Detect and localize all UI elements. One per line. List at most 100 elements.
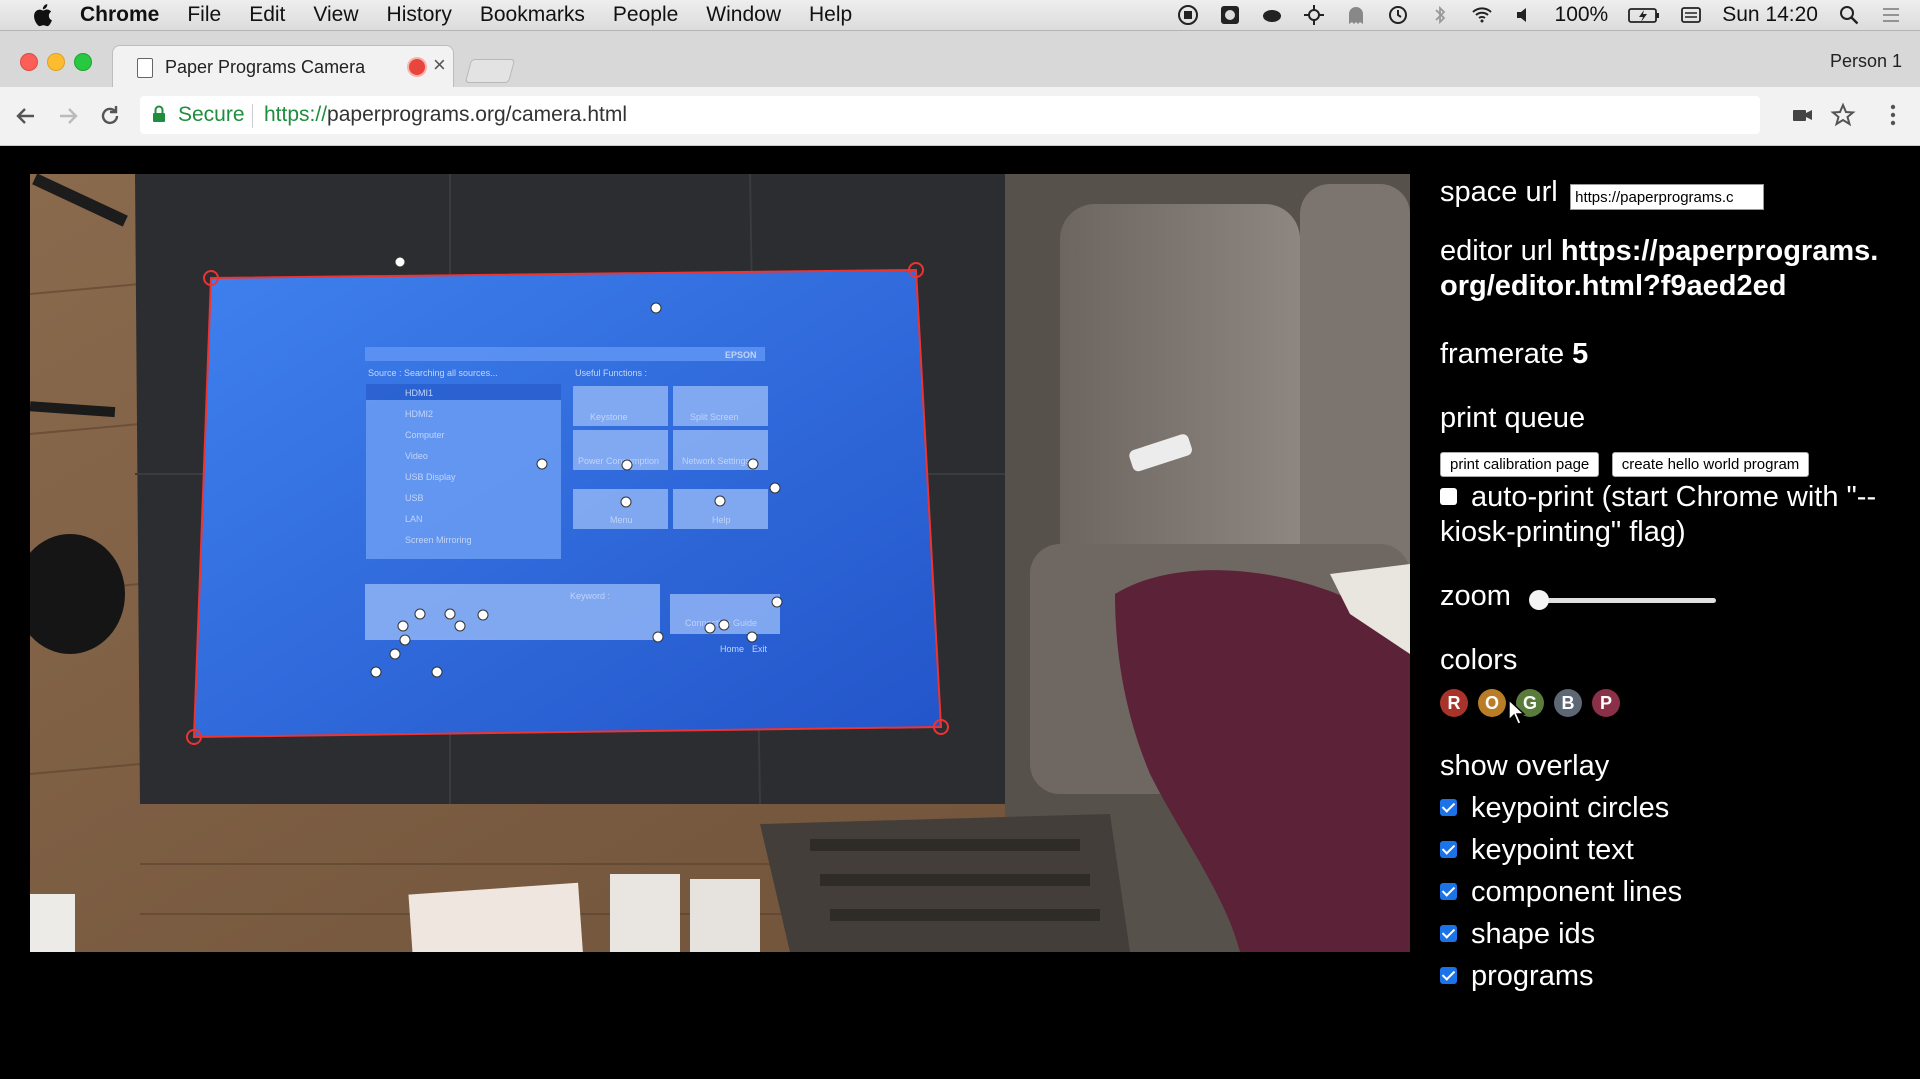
apple-icon[interactable] — [30, 2, 58, 28]
window-close-button[interactable] — [20, 53, 38, 71]
editor-url-label: editor url — [1440, 235, 1553, 267]
color-swatch-blue[interactable]: B — [1554, 689, 1582, 717]
page-content: EPSON Source : Searching all sources... … — [0, 146, 1920, 1079]
tab-close-icon[interactable]: × — [433, 52, 446, 78]
keypoint-circles-label: keypoint circles — [1471, 792, 1670, 824]
notification-center-icon[interactable] — [1880, 4, 1902, 26]
shape-ids-checkbox[interactable] — [1440, 924, 1457, 942]
keypoint-text-label: keypoint text — [1471, 834, 1634, 866]
screenshot-app-icon[interactable] — [1219, 4, 1241, 26]
projected-keyword: Keyword : — [570, 591, 610, 601]
menu-window[interactable]: Window — [706, 3, 781, 27]
keypoint-circles-checkbox[interactable] — [1440, 798, 1457, 816]
menu-app-chrome[interactable]: Chrome — [80, 3, 159, 27]
programs-checkbox[interactable] — [1440, 966, 1457, 984]
menu-people[interactable]: People — [613, 3, 678, 27]
browser-toolbar: Secure https://paperprograms.org/camera.… — [0, 87, 1920, 146]
menubar-clock[interactable]: Sun 14:20 — [1722, 3, 1818, 27]
move-app-icon[interactable] — [1303, 4, 1325, 26]
battery-icon[interactable] — [1628, 4, 1660, 26]
camera-feed[interactable]: EPSON Source : Searching all sources... … — [30, 174, 1410, 952]
back-arrow-icon[interactable] — [12, 102, 40, 130]
menu-file[interactable]: File — [187, 3, 221, 27]
projected-fn-power: Power Consumption — [578, 456, 659, 466]
tab-paper-programs-camera[interactable]: Paper Programs Camera × — [112, 45, 454, 88]
spotlight-search-icon[interactable] — [1838, 4, 1860, 26]
show-overlay-label: show overlay — [1440, 750, 1610, 782]
projected-source-3: Computer — [405, 430, 445, 440]
projected-fn-help: Help — [712, 515, 731, 525]
cloud-app-icon[interactable] — [1261, 4, 1283, 26]
menu-history[interactable]: History — [387, 3, 452, 27]
projected-fn-keystone: Keystone — [590, 412, 628, 422]
framerate-value: 5 — [1572, 338, 1589, 370]
menu-bar: Chrome File Edit View History Bookmarks … — [0, 0, 1920, 31]
chrome-menu-icon[interactable] — [1880, 102, 1906, 128]
projected-source-4: Video — [405, 451, 428, 461]
url-path: paperprograms.org/camera.html — [327, 103, 627, 126]
tab-title: Paper Programs Camera — [165, 57, 366, 77]
projected-home: Home — [720, 644, 744, 654]
zoom-label: zoom — [1440, 580, 1511, 612]
colors-label: colors — [1440, 644, 1518, 676]
menu-help[interactable]: Help — [809, 3, 852, 27]
framerate-label: framerate — [1440, 338, 1565, 370]
projected-source-2: HDMI2 — [405, 409, 433, 419]
zoom-slider-handle[interactable] — [1529, 590, 1549, 610]
secure-label: Secure — [178, 103, 245, 126]
projected-source-6: USB — [405, 493, 424, 503]
wifi-icon[interactable] — [1471, 4, 1493, 26]
zoom-slider-track[interactable] — [1530, 598, 1716, 603]
programs-label: programs — [1471, 960, 1594, 992]
recording-indicator-icon — [409, 59, 425, 75]
projected-source-8: Screen Mirroring — [405, 535, 472, 545]
projected-source-header: Source : Searching all sources... — [368, 368, 498, 378]
color-swatch-purple[interactable]: P — [1592, 689, 1620, 717]
volume-icon[interactable] — [1513, 4, 1535, 26]
reload-icon[interactable] — [96, 102, 124, 130]
create-hello-world-program-button[interactable]: create hello world program — [1611, 452, 1810, 477]
keyboard-input-icon[interactable] — [1680, 4, 1702, 26]
shape-ids-label: shape ids — [1471, 918, 1596, 950]
print-calibration-page-button[interactable]: print calibration page — [1440, 452, 1600, 477]
mouse-cursor-icon — [1508, 699, 1526, 725]
menu-edit[interactable]: Edit — [249, 3, 285, 27]
ghost-app-icon[interactable] — [1345, 4, 1367, 26]
auto-print-label: auto-print (start Chrome with "--kiosk-p… — [1440, 481, 1877, 548]
keypoint-text-checkbox[interactable] — [1440, 840, 1457, 858]
color-swatch-orange[interactable]: O — [1478, 689, 1506, 717]
bookmark-star-icon[interactable] — [1830, 102, 1856, 128]
battery-percentage[interactable]: 100% — [1555, 3, 1609, 27]
projected-fn-network: Network Settings — [682, 456, 751, 466]
component-lines-label: component lines — [1471, 876, 1683, 908]
space-url-label: space url — [1440, 176, 1558, 208]
tab-strip: Paper Programs Camera × Person 1 — [0, 31, 1920, 88]
menu-bookmarks[interactable]: Bookmarks — [480, 3, 585, 27]
url-text[interactable]: https://paperprograms.org/camera.html — [264, 103, 627, 127]
projected-source-7: LAN — [405, 514, 423, 524]
address-bar[interactable]: Secure https://paperprograms.org/camera.… — [140, 96, 1760, 134]
space-url-input[interactable]: https://paperprograms.c — [1570, 183, 1765, 210]
projected-exit: Exit — [752, 644, 768, 654]
lock-icon — [153, 105, 165, 122]
projected-brand: EPSON — [725, 350, 757, 360]
component-lines-checkbox[interactable] — [1440, 882, 1457, 900]
new-tab-button[interactable] — [464, 59, 516, 83]
time-machine-icon[interactable] — [1387, 4, 1409, 26]
projected-functions-header: Useful Functions : — [575, 368, 647, 378]
camera-permission-icon[interactable] — [1790, 102, 1816, 128]
color-swatch-red[interactable]: R — [1440, 689, 1468, 717]
auto-print-checkbox[interactable] — [1440, 487, 1457, 505]
window-zoom-button[interactable] — [74, 53, 92, 71]
window-minimize-button[interactable] — [47, 53, 65, 71]
menu-view[interactable]: View — [313, 3, 358, 27]
record-status-icon[interactable] — [1177, 4, 1199, 26]
projected-source-5: USB Display — [405, 472, 456, 482]
projected-fn-menu: Menu — [610, 515, 633, 525]
address-divider — [252, 104, 253, 128]
profile-name[interactable]: Person 1 — [1830, 51, 1902, 72]
print-queue-label: print queue — [1440, 402, 1586, 434]
forward-arrow-icon[interactable] — [54, 102, 82, 130]
bluetooth-icon[interactable] — [1429, 4, 1451, 26]
editor-url: editor url https://paperprograms.org/edi… — [1440, 234, 1880, 304]
